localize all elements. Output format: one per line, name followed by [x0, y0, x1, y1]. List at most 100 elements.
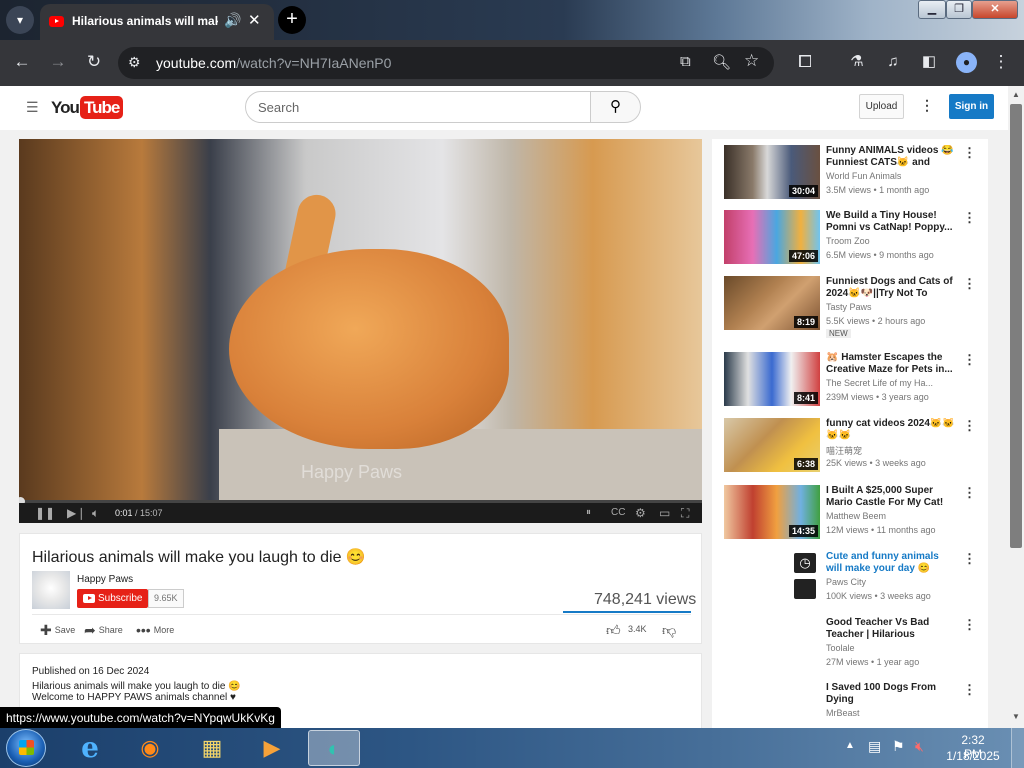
more-options-icon[interactable]: ⋮ [963, 485, 976, 501]
sign-in-button[interactable]: Sign in [949, 94, 994, 119]
theater-mode-icon[interactable]: ▭ [659, 506, 670, 520]
captions-icon[interactable]: CC [611, 506, 625, 520]
video-player[interactable]: Happy Paws ❚❚ ▶❘ 🔈︎ 0:01 / 15:07 ⏸ CC ⚙ … [19, 139, 702, 523]
recommendation-channel[interactable]: The Secret Life of my Ha... [826, 378, 956, 388]
address-bar[interactable]: ⚙ youtube.com/watch?v=NH7IaANenP0 ⧉ 🔍︎ ☆ [118, 47, 774, 79]
dislike-button[interactable]: 👎︎ [662, 622, 679, 639]
recommendation-channel[interactable]: Matthew Beem [826, 511, 956, 521]
recommendation-title[interactable]: Funniest Dogs and Cats of 2024🐱🐶||Try No… [826, 276, 956, 300]
video-thumbnail[interactable]: 14:35 [724, 485, 820, 539]
subscribe-button[interactable]: Subscribe [77, 589, 148, 608]
video-thumbnail[interactable]: 30:04 [724, 145, 820, 199]
extensions-icon[interactable]: ⧠ [794, 52, 816, 72]
video-thumbnail[interactable]: 6:38 [724, 418, 820, 472]
recommendation-title[interactable]: Good Teacher Vs Bad Teacher | Hilarious … [826, 617, 956, 641]
chrome-taskbar-icon[interactable]: ◐ [308, 730, 360, 766]
video-thumbnail[interactable] [724, 617, 820, 671]
recommendation-title[interactable]: Funny ANIMALS videos 😂 Funniest CATS🐱 an… [826, 145, 956, 169]
more-button[interactable]: ••• More [136, 622, 174, 638]
labs-flask-icon[interactable]: ⚗ [846, 52, 868, 72]
minimize-button[interactable]: ▁ [918, 0, 946, 19]
more-options-icon[interactable]: ⋮ [963, 276, 976, 292]
reload-icon[interactable]: ↻ [83, 52, 105, 72]
video-thumbnail[interactable] [724, 682, 820, 728]
hamburger-menu-icon[interactable]: ☰ [26, 99, 39, 116]
search-input[interactable]: Search [245, 91, 591, 123]
recommendation-channel[interactable]: Troom Zoo [826, 236, 956, 246]
channel-name-link[interactable]: Happy Paws [77, 574, 133, 585]
show-hidden-icons-arrow-icon[interactable]: ▲ [845, 740, 855, 751]
more-options-icon[interactable]: ⋮ [963, 210, 976, 226]
media-controls-icon[interactable]: ♫ [882, 52, 904, 72]
video-frame[interactable]: Happy Paws [19, 139, 702, 500]
back-arrow-icon[interactable]: ← [11, 52, 33, 72]
internet-explorer-icon[interactable]: e [64, 730, 116, 766]
like-button[interactable]: 👍︎ [606, 622, 624, 639]
more-options-icon[interactable]: ⋮ [920, 97, 934, 114]
browser-menu-icon[interactable]: ⋮ [990, 52, 1012, 72]
video-thumbnail[interactable]: 8:41 [724, 352, 820, 406]
profile-avatar-icon[interactable]: ● [956, 52, 977, 73]
maximize-button[interactable]: ❐ [946, 0, 972, 19]
autoplay-toggle-icon[interactable]: ⏸ [586, 506, 591, 520]
search-button[interactable]: ⚲ [590, 91, 641, 123]
media-player-icon[interactable]: ▶ [246, 730, 298, 766]
volume-muted-icon[interactable]: 🔇︎ [915, 738, 924, 755]
settings-gear-icon[interactable]: ⚙ [635, 506, 646, 520]
recommendation-title[interactable]: We Build a Tiny House! Pomni vs CatNap! … [826, 210, 956, 234]
bookmark-star-icon[interactable]: ☆ [744, 51, 759, 71]
channel-avatar[interactable] [32, 571, 70, 609]
site-info-icon[interactable]: ⚙ [128, 54, 141, 71]
recommendation-item[interactable]: 8:41 🐹 Hamster Escapes the Creative Maze… [724, 352, 986, 412]
save-button[interactable]: ✚ Save [40, 622, 75, 639]
more-options-icon[interactable]: ⋮ [963, 617, 976, 633]
recommendation-item[interactable]: Good Teacher Vs Bad Teacher | Hilarious … [724, 617, 986, 677]
volume-icon[interactable]: 🔈︎ [92, 506, 99, 520]
zoom-icon[interactable]: 🔍︎ [712, 53, 731, 71]
pause-icon[interactable]: ❚❚ [35, 506, 55, 520]
recommendation-channel[interactable]: World Fun Animals [826, 171, 956, 181]
upload-button[interactable]: Upload [859, 94, 904, 119]
window-close-button[interactable]: ✕ [972, 0, 1018, 19]
more-options-icon[interactable]: ⋮ [963, 418, 976, 434]
scroll-down-arrow-icon[interactable]: ▼ [1012, 712, 1020, 721]
scroll-up-arrow-icon[interactable]: ▲ [1012, 90, 1020, 99]
show-desktop-button[interactable] [1011, 728, 1024, 768]
active-tab[interactable]: Hilarious animals will make 🔊 ✕ [40, 4, 274, 40]
watch-later-clock-icon[interactable]: ◷ [794, 553, 816, 573]
url-text[interactable]: youtube.com/watch?v=NH7IaANenP0 [156, 55, 391, 71]
fullscreen-icon[interactable]: ⛶ [681, 506, 689, 520]
recommendation-channel[interactable]: MrBeast [826, 708, 956, 718]
more-options-icon[interactable]: ⋮ [963, 352, 976, 368]
recommendation-channel[interactable]: Toolale [826, 643, 956, 653]
recommendation-item[interactable]: 30:04 Funny ANIMALS videos 😂 Funniest CA… [724, 145, 986, 205]
recommendation-title[interactable]: funny cat videos 2024🐱🐱🐱🐱 [826, 418, 956, 442]
recommendation-title[interactable]: I Built A $25,000 Super Mario Castle For… [826, 485, 956, 509]
next-icon[interactable]: ▶❘ [67, 506, 86, 520]
start-button[interactable] [6, 729, 46, 767]
side-panel-icon[interactable]: ◧ [918, 52, 940, 72]
recommendation-channel[interactable]: Paws City [826, 577, 956, 587]
recommendation-channel[interactable]: 喵汪萌宠 [826, 444, 956, 457]
recommendation-item[interactable]: 6:38 funny cat videos 2024🐱🐱🐱🐱 喵汪萌宠 25K … [724, 418, 986, 478]
recommendation-item[interactable]: 14:35 I Built A $25,000 Super Mario Cast… [724, 485, 986, 545]
recommendation-title[interactable]: Cute and funny animals will make your da… [826, 551, 956, 575]
tab-close-icon[interactable]: ✕ [248, 11, 261, 29]
network-icon[interactable]: ▤ [868, 738, 881, 755]
page-scrollbar[interactable]: ▲ ▼ [1008, 86, 1024, 728]
recommendation-item[interactable]: ◷ Cute and funny animals will make your … [724, 551, 986, 611]
clock-date[interactable]: 1/18/2025 [944, 749, 1002, 763]
speaker-icon[interactable]: 🔊 [224, 12, 241, 29]
recommendation-item[interactable]: 47:06 We Build a Tiny House! Pomni vs Ca… [724, 210, 986, 270]
recommendation-title[interactable]: 🐹 Hamster Escapes the Creative Maze for … [826, 352, 956, 376]
more-options-icon[interactable]: ⋮ [963, 145, 976, 161]
more-options-icon[interactable]: ⋮ [963, 551, 976, 567]
video-thumbnail[interactable]: 47:06 [724, 210, 820, 264]
forward-arrow-icon[interactable]: → [47, 52, 69, 72]
more-options-icon[interactable]: ⋮ [963, 682, 976, 698]
video-thumbnail[interactable]: ◷ [724, 551, 820, 605]
recommendation-channel[interactable]: Tasty Paws [826, 302, 956, 312]
tab-search-button[interactable]: ▾ [6, 6, 34, 34]
scroll-thumb[interactable] [1010, 104, 1022, 548]
firefox-icon[interactable]: ◉ [124, 730, 176, 766]
